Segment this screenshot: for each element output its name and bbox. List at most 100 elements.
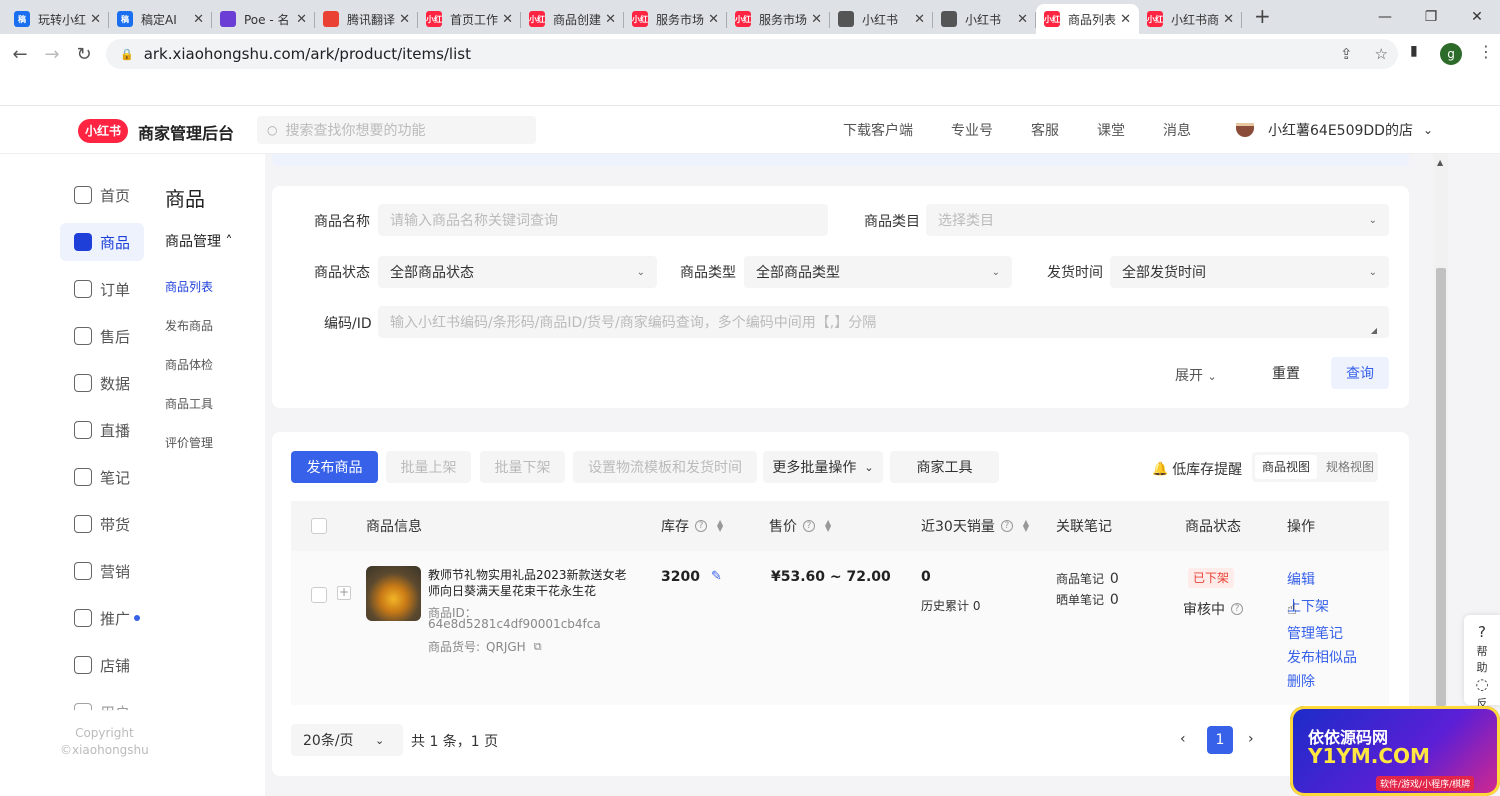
tab-close-icon[interactable]: ✕ (399, 12, 410, 27)
tab-close-icon[interactable]: ✕ (193, 12, 204, 27)
merchant-tools-button[interactable]: 商家工具 (890, 451, 999, 483)
category-select[interactable]: 选择类目 ⌄ (926, 204, 1389, 236)
new-tab-button[interactable]: + (1254, 4, 1271, 28)
sort-icon[interactable]: ▲ ▼ (1023, 519, 1029, 533)
status-select[interactable]: 全部商品状态 ⌄ (378, 256, 657, 288)
bookmark-star-icon[interactable]: ☆ (1375, 45, 1388, 63)
col-stock[interactable]: 库存? ▲ ▼ (661, 501, 723, 551)
product-view-tab[interactable]: 商品视图 (1255, 455, 1317, 479)
xiaohongshu-logo[interactable]: 小红书 (78, 119, 128, 143)
expand-link[interactable]: 展开 ⌄ (1175, 365, 1217, 385)
subnav-item[interactable]: 商品工具 (165, 395, 213, 412)
help-icon[interactable]: ? (695, 520, 707, 532)
batch-down-button[interactable]: 批量下架 (480, 451, 565, 483)
row-checkbox[interactable] (311, 587, 327, 603)
header-link[interactable]: 专业号 (951, 120, 993, 140)
browser-tab[interactable]: 稿稿定AI ✕ (109, 4, 212, 34)
product-title[interactable]: 教师节礼物实用礼品2023新款送女老师向日葵满天星花束干花永生花 (428, 567, 638, 599)
tab-close-icon[interactable]: ✕ (1017, 12, 1028, 27)
select-all-checkbox[interactable] (311, 518, 327, 534)
restore-icon[interactable]: ❐ (1408, 9, 1454, 25)
edit-stock-icon[interactable]: ✎ (711, 569, 722, 584)
prev-page-icon[interactable]: ‹ (1180, 731, 1186, 747)
scroll-up-icon[interactable]: ▲ (1437, 158, 1443, 167)
sidebar-item[interactable]: 数据 (60, 364, 144, 402)
sort-icon[interactable]: ▲ ▼ (717, 519, 723, 533)
col-price[interactable]: 售价? ▲ ▼ (769, 501, 831, 551)
browser-tab[interactable]: 小红 商品创建 ✕ (521, 4, 624, 34)
share-icon[interactable]: ⇪ (1340, 45, 1353, 63)
page-size-select[interactable]: 20条/页 ⌄ (291, 724, 403, 756)
copy-icon[interactable]: ⧉ (534, 640, 542, 654)
browser-tab[interactable]: Poe - 名 ✕ (212, 4, 315, 34)
sidebar-item[interactable]: 首页 (60, 176, 144, 214)
browser-tab[interactable]: 腾讯翻译 ✕ (315, 4, 418, 34)
manage-notes-link[interactable]: 管理笔记 (1287, 623, 1343, 643)
side-panel-icon[interactable]: ▮ (1410, 43, 1418, 59)
sidebar-item[interactable]: 售后 (60, 317, 144, 355)
sidebar-item[interactable]: 带货 (60, 505, 144, 543)
header-link[interactable]: 课堂 (1097, 120, 1125, 140)
minimize-icon[interactable]: — (1362, 9, 1408, 25)
header-link[interactable]: 客服 (1031, 120, 1059, 140)
help-circle-icon[interactable]: ? (1472, 623, 1492, 641)
browser-tab[interactable]: 稿玩转小红 ✕ (6, 4, 109, 34)
subnav-item[interactable]: 商品列表 (165, 278, 213, 295)
forward-icon[interactable]: → (36, 44, 68, 65)
help-icon[interactable]: ? (1000, 520, 1013, 532)
back-icon[interactable]: ← (4, 44, 36, 65)
ship-time-select[interactable]: 全部发货时间 ⌄ (1110, 256, 1389, 288)
reset-button[interactable]: 重置 (1250, 357, 1322, 389)
browser-menu-icon[interactable]: ⋮ (1478, 42, 1494, 61)
query-button[interactable]: 查询 (1331, 357, 1389, 389)
tab-close-icon[interactable]: ✕ (914, 12, 925, 27)
product-name-input[interactable]: 请输入商品名称关键词查询 (378, 204, 828, 236)
sidebar-item[interactable]: 商品 (60, 223, 144, 261)
sidebar-item[interactable]: 笔记 (60, 458, 144, 496)
subnav-group-product-management[interactable]: 商品管理 ˄ (165, 231, 232, 251)
sidebar-item[interactable]: 店铺 (60, 646, 144, 684)
code-textarea[interactable]: 输入小红书编码/条形码/商品ID/货号/商家编码查询，多个编码中间用【,】分隔 ◢ (378, 306, 1389, 338)
browser-tab[interactable]: 小红 商品列表 ✕ (1036, 4, 1139, 34)
resize-handle-icon[interactable]: ◢ (1371, 326, 1377, 335)
next-page-icon[interactable]: › (1248, 731, 1254, 747)
profile-avatar[interactable]: g (1440, 43, 1462, 65)
tab-close-icon[interactable]: ✕ (90, 12, 101, 27)
sidebar-item[interactable]: 直播 (60, 411, 144, 449)
tab-close-icon[interactable]: ✕ (708, 12, 719, 27)
reload-icon[interactable]: ↻ (68, 44, 100, 65)
spec-view-tab[interactable]: 规格视图 (1322, 455, 1378, 479)
browser-tab[interactable]: 小红书 ✕ (933, 4, 1036, 34)
edit-link[interactable]: 编辑 (1287, 569, 1315, 589)
scrollbar-thumb[interactable] (1436, 268, 1446, 706)
publish-similar-link[interactable]: 发布相似品 (1287, 647, 1357, 667)
tab-close-icon[interactable]: ✕ (1120, 12, 1131, 27)
feedback-icon[interactable]: ◌ (1472, 675, 1492, 693)
subnav-item[interactable]: 发布商品 (165, 317, 213, 334)
sidebar-item[interactable]: 营销 (60, 552, 144, 590)
more-batch-button[interactable]: 更多批量操作 ⌄ (763, 451, 883, 483)
shop-menu[interactable]: 小红薯64E509DD的店 ⌄ (1236, 120, 1433, 140)
low-stock-reminder[interactable]: 🔔 低库存提醒 (1152, 459, 1242, 479)
expand-row-icon[interactable]: + (337, 586, 351, 600)
product-thumbnail[interactable] (366, 566, 421, 621)
type-select[interactable]: 全部商品类型 ⌄ (744, 256, 1012, 288)
header-search-input[interactable]: ○ 搜索查找你想要的功能 (257, 116, 536, 144)
batch-up-button[interactable]: 批量上架 (386, 451, 471, 483)
tab-close-icon[interactable]: ✕ (811, 12, 822, 27)
help-icon[interactable]: ? (1231, 603, 1243, 615)
close-window-icon[interactable]: ✕ (1454, 9, 1500, 25)
sort-icon[interactable]: ▲ ▼ (825, 519, 831, 533)
logistics-setting-button[interactable]: 设置物流模板和发货时间 (573, 451, 757, 483)
delete-link[interactable]: 删除 (1287, 671, 1315, 691)
sidebar-item[interactable]: 订单 (60, 270, 144, 308)
help-label[interactable]: 帮助 (1472, 643, 1492, 675)
subnav-item[interactable]: 商品体检 (165, 356, 213, 373)
tab-close-icon[interactable]: ✕ (605, 12, 616, 27)
browser-tab[interactable]: 小红 小红书商 ✕ (1139, 4, 1242, 34)
publish-product-button[interactable]: 发布商品 (291, 451, 378, 483)
browser-tab[interactable]: 小红 服务市场 ✕ (727, 4, 830, 34)
sidebar-item[interactable]: 推广 (60, 599, 144, 637)
subnav-item[interactable]: 评价管理 (165, 434, 213, 451)
tab-close-icon[interactable]: ✕ (1223, 12, 1234, 27)
